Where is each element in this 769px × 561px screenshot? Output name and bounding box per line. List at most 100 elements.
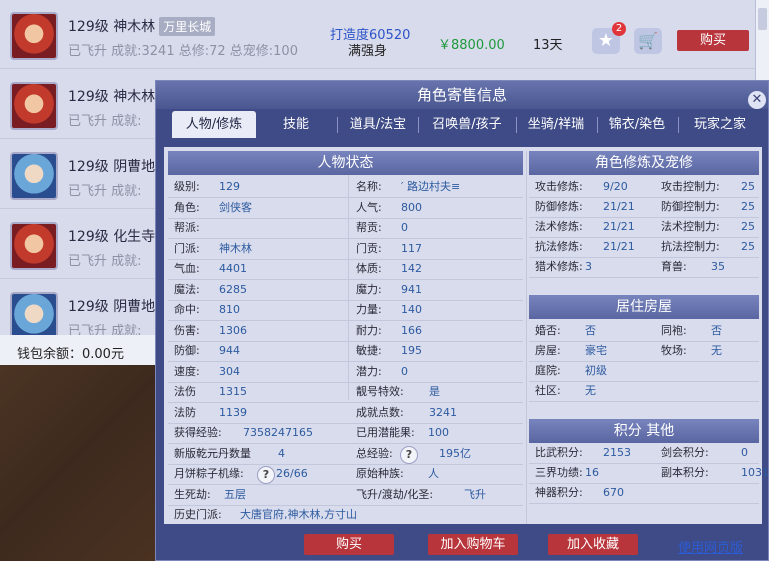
status-section-header: 人物状态: [168, 151, 523, 175]
score-left-label: 比武积分:: [535, 446, 583, 459]
row-title: 129级 神木林 万里长城: [68, 16, 216, 36]
server-tag: 万里长城: [159, 17, 216, 36]
score-right-value: 0: [741, 446, 748, 459]
cultivation-right-value: 25: [741, 200, 755, 213]
exp-right-label: 飞升/渡劫/化圣:: [356, 488, 434, 501]
cultivation-left-label: 法术修炼:: [535, 220, 583, 233]
exp-right-label: 已用潜能果:: [356, 426, 415, 439]
status-left-label: 气血:: [174, 262, 200, 275]
house-left-value: 初级: [585, 364, 607, 377]
status-right-value: 142: [401, 262, 422, 275]
status-right-value: 0: [401, 365, 408, 378]
status-right-label: 门贡:: [356, 242, 382, 255]
listing-row[interactable]: 129级 神木林 万里长城 已飞升 成就:3241 总修:72 总宠修:100 打造度…: [0, 0, 755, 69]
add-to-cart-button[interactable]: 加入购物车: [428, 534, 518, 555]
status-left-label: 伤害:: [174, 324, 200, 337]
scrollbar-thumb[interactable]: [758, 8, 767, 30]
row-summary: 已飞升 成就:: [68, 184, 142, 199]
cultivation-right-value: 25: [741, 180, 755, 193]
row-summary: 已飞升 成就:3241 总修:72 总宠修:100: [68, 44, 298, 59]
status-right-label: 耐力:: [356, 324, 382, 337]
close-icon[interactable]: ✕: [748, 91, 766, 109]
status-right-label: 体质:: [356, 262, 382, 275]
status-right-value: 0: [401, 221, 408, 234]
tab-items[interactable]: 道具/法宝: [342, 111, 414, 138]
house-right-label: 牧场:: [661, 344, 687, 357]
exp-right-value: 飞升: [464, 488, 486, 501]
status-right-label: 潜力:: [356, 365, 382, 378]
row-divider: [529, 277, 759, 278]
row-school: 神木林: [113, 19, 156, 35]
status-inner-divider: [348, 175, 349, 400]
character-avatar: [10, 222, 58, 270]
character-avatar: [10, 292, 58, 340]
exp-left-value: 五层: [224, 488, 246, 501]
character-avatar: [10, 82, 58, 130]
character-avatar: [10, 12, 58, 60]
status-left-value: 剑侠客: [219, 201, 252, 214]
buy-button[interactable]: 购买: [304, 534, 394, 555]
status-right-label: 靓号特效:: [356, 385, 404, 398]
add-to-favorites-button[interactable]: 加入收藏: [548, 534, 638, 555]
cultivation-left-label: 猎术修炼:: [535, 260, 583, 273]
status-right-label: 帮贡:: [356, 221, 382, 234]
help-icon[interactable]: ?: [257, 466, 275, 484]
status-right-value: 是: [429, 385, 440, 398]
status-left-value: 129: [219, 180, 240, 193]
row-divider: [529, 361, 759, 362]
help-icon[interactable]: ?: [400, 446, 418, 464]
exp-right-value: 195亿: [439, 447, 471, 460]
tab-divider: [516, 117, 517, 133]
status-right-value: 117: [401, 242, 422, 255]
status-left-value: 810: [219, 303, 240, 316]
status-left-value: 304: [219, 365, 240, 378]
cultivation-left-label: 攻击修炼:: [535, 180, 583, 193]
cultivation-left-value: 21/21: [603, 240, 635, 253]
status-left-value: 神木林: [219, 242, 252, 255]
tab-skills[interactable]: 技能: [260, 111, 332, 138]
status-left-value: 6285: [219, 283, 247, 296]
score-right-label: 剑会积分:: [661, 446, 709, 459]
cart-icon[interactable]: 🛒: [634, 28, 662, 54]
status-right-label: 人气:: [356, 201, 382, 214]
dialog-content: 人物状态 角色修炼及宠修 居住房屋 积分 其他 级别: 129 角色: 剑侠客 帮派: 门…: [164, 147, 769, 524]
exp-left-label: 新版乾元丹数量: [174, 447, 251, 460]
exp-right-value: 人: [428, 467, 439, 480]
exp-right-label: 原始种族:: [356, 467, 404, 480]
row-buy-button[interactable]: 购买: [677, 30, 749, 51]
scores-section-header: 积分 其他: [529, 419, 759, 443]
status-right-value: 195: [401, 344, 422, 357]
row-divider: [168, 218, 523, 219]
exp-right-label: 总经验:: [356, 447, 393, 460]
dialog-title: 角色寄售信息: [156, 81, 768, 109]
status-left-label: 级别:: [174, 180, 200, 193]
status-right-label: 敏捷:: [356, 344, 382, 357]
cultivation-right-value: 25: [741, 240, 755, 253]
status-left-label: 防御:: [174, 344, 200, 357]
tab-divider: [418, 117, 419, 133]
web-version-link[interactable]: 使用网页版: [678, 537, 743, 556]
tab-character[interactable]: 人物/修炼: [172, 111, 256, 138]
tab-home[interactable]: 玩家之家: [682, 111, 758, 138]
tab-outfits[interactable]: 锦衣/染色: [600, 111, 674, 138]
wallet-bar: 钱包余额：0.00元: [0, 335, 155, 365]
exp-left-label: 月饼粽子机缘:: [174, 467, 244, 480]
row-divider: [529, 381, 759, 382]
cultivation-right-label: 抗法控制力:: [661, 240, 720, 253]
tab-divider: [597, 117, 598, 133]
house-right-label: 同袍:: [661, 324, 687, 337]
house-section-header: 居住房屋: [529, 295, 759, 319]
row-price: ￥8800.00: [438, 38, 505, 53]
cultivation-left-value: 3: [585, 260, 592, 273]
tab-mounts[interactable]: 坐骑/祥瑞: [519, 111, 593, 138]
cultivation-right-label: 攻击控制力:: [661, 180, 720, 193]
role-sale-dialog: 角色寄售信息 ✕ 人物/修炼 技能 道具/法宝 召唤兽/孩子 坐骑/祥瑞 锦衣/…: [155, 80, 769, 561]
tab-pets[interactable]: 召唤兽/孩子: [422, 111, 512, 138]
cultivation-right-label: 防御控制力:: [661, 200, 720, 213]
status-right-label: 力量:: [356, 303, 382, 316]
row-level: 129级: [68, 299, 109, 315]
house-right-value: 否: [711, 324, 722, 337]
score-right-label: 副本积分:: [661, 466, 709, 479]
column-divider: [526, 151, 527, 524]
house-left-value: 否: [585, 324, 596, 337]
